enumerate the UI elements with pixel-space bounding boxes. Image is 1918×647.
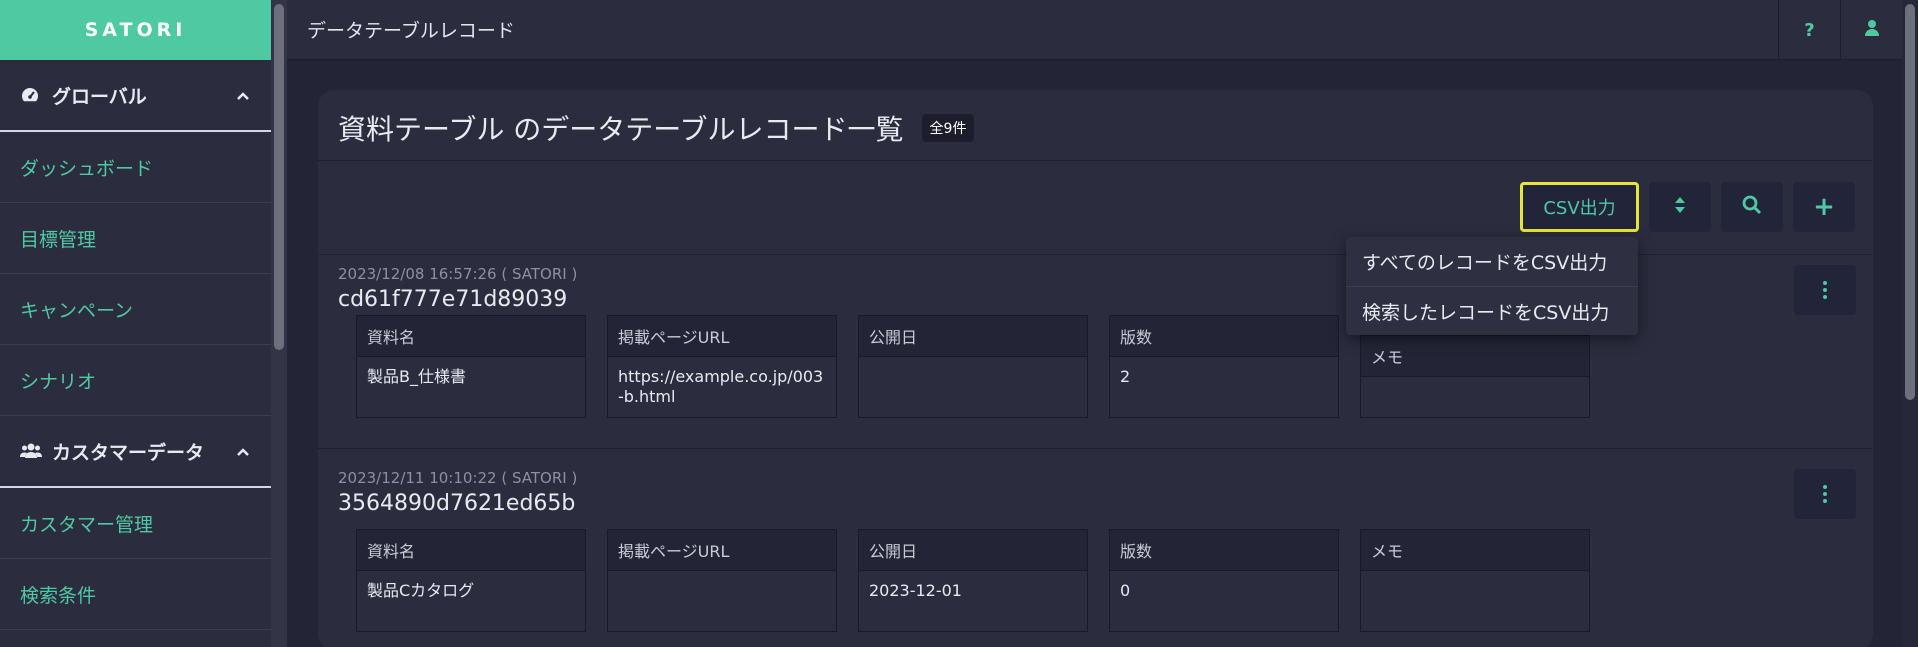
user-icon bbox=[1864, 19, 1880, 42]
records-card: 資料テーブル のデータテーブルレコード一覧 全9件 CSV出力 + 2023/1… bbox=[318, 90, 1873, 647]
record-field: 掲載ページURL bbox=[607, 529, 837, 632]
chevron-up-icon bbox=[235, 443, 251, 459]
field-value bbox=[1361, 571, 1589, 591]
record-field: 資料名 製品Cカタログ bbox=[356, 529, 586, 632]
sidebar-item-campaign[interactable]: キャンペーン bbox=[0, 274, 271, 345]
field-label: 版数 bbox=[1110, 316, 1338, 357]
field-label: 公開日 bbox=[859, 316, 1087, 357]
field-label: メモ bbox=[1361, 530, 1589, 571]
help-icon: ? bbox=[1804, 19, 1815, 41]
field-value: 2 bbox=[1120, 367, 1131, 386]
field-value: 製品Cカタログ bbox=[367, 581, 475, 600]
record-item: 2023/12/11 10:10:22 ( SATORI ) 3564890d7… bbox=[338, 449, 1858, 647]
sidebar-item-scenario[interactable]: シナリオ bbox=[0, 345, 271, 416]
plus-icon: + bbox=[1813, 192, 1835, 222]
logo[interactable]: SATORI bbox=[0, 0, 271, 60]
main-scrollbar[interactable] bbox=[1902, 0, 1918, 647]
csv-export-dropdown: すべてのレコードをCSV出力 検索したレコードをCSV出力 bbox=[1346, 237, 1638, 335]
field-label: メモ bbox=[1361, 336, 1589, 377]
sidebar-scrollbar[interactable] bbox=[271, 0, 287, 647]
page-title: データテーブルレコード bbox=[307, 20, 515, 42]
sidebar-section-customer-data[interactable]: カスタマーデータ bbox=[0, 416, 271, 488]
record-meta: 2023/12/11 10:10:22 ( SATORI ) bbox=[338, 469, 578, 487]
help-button[interactable]: ? bbox=[1778, 0, 1840, 60]
sidebar-item-goals[interactable]: 目標管理 bbox=[0, 203, 271, 274]
field-label: 掲載ページURL bbox=[608, 316, 836, 357]
field-label: 資料名 bbox=[357, 530, 585, 571]
csv-export-button[interactable]: CSV出力 bbox=[1520, 182, 1639, 232]
sidebar-item-search-conditions[interactable]: 検索条件 bbox=[0, 559, 271, 630]
record-field: 版数 0 bbox=[1109, 529, 1339, 632]
user-button[interactable] bbox=[1840, 0, 1902, 60]
field-value: 0 bbox=[1120, 581, 1131, 600]
sidebar-item-customer-management[interactable]: カスタマー管理 bbox=[0, 488, 271, 559]
tachometer-icon bbox=[20, 85, 42, 105]
sort-button[interactable] bbox=[1649, 182, 1711, 232]
sort-icon bbox=[1674, 196, 1686, 218]
sidebar: SATORI グローバル ダッシュボード 目標管理 キャンペーン シナリオ カス… bbox=[0, 0, 271, 647]
card-header: 資料テーブル のデータテーブルレコード一覧 全9件 bbox=[338, 108, 975, 148]
field-value: 製品B_仕様書 bbox=[367, 367, 466, 386]
record-field: 掲載ページURL https://example.co.jp/003-b.htm… bbox=[607, 315, 837, 418]
record-menu-button[interactable] bbox=[1794, 265, 1856, 315]
field-value bbox=[859, 357, 1087, 377]
scrollbar-thumb[interactable] bbox=[274, 4, 284, 350]
record-field: 公開日 bbox=[858, 315, 1088, 418]
export-all-records-option[interactable]: すべてのレコードをCSV出力 bbox=[1346, 237, 1638, 286]
users-icon bbox=[20, 441, 42, 461]
record-field: メモ bbox=[1360, 529, 1590, 632]
search-icon bbox=[1742, 195, 1762, 219]
record-menu-button[interactable] bbox=[1794, 469, 1856, 519]
sidebar-section-global[interactable]: グローバル bbox=[0, 60, 271, 132]
record-field: 公開日 2023-12-01 bbox=[858, 529, 1088, 632]
record-field: メモ bbox=[1360, 335, 1590, 418]
sidebar-section-label: カスタマーデータ bbox=[52, 441, 205, 464]
record-id[interactable]: 3564890d7621ed65b bbox=[338, 491, 1858, 516]
kebab-menu-icon bbox=[1823, 281, 1827, 285]
divider bbox=[318, 160, 1873, 161]
field-label: 版数 bbox=[1110, 530, 1338, 571]
field-label: 公開日 bbox=[859, 530, 1087, 571]
field-label: 掲載ページURL bbox=[608, 530, 836, 571]
export-searched-records-option[interactable]: 検索したレコードをCSV出力 bbox=[1346, 286, 1638, 335]
field-value: https://example.co.jp/003-b.html bbox=[618, 367, 824, 406]
sidebar-item-dashboard[interactable]: ダッシュボード bbox=[0, 132, 271, 203]
field-value: 2023-12-01 bbox=[869, 581, 962, 600]
topbar: データテーブルレコード ? bbox=[287, 0, 1902, 60]
scrollbar-thumb[interactable] bbox=[1905, 4, 1915, 400]
card-title: 資料テーブル のデータテーブルレコード一覧 bbox=[338, 113, 904, 146]
sidebar-section-label: グローバル bbox=[52, 85, 147, 108]
record-count-badge: 全9件 bbox=[921, 114, 975, 142]
field-value bbox=[608, 571, 836, 591]
record-field: 資料名 製品B_仕様書 bbox=[356, 315, 586, 418]
chevron-up-icon bbox=[235, 87, 251, 103]
record-field: 版数 2 bbox=[1109, 315, 1339, 418]
add-record-button[interactable]: + bbox=[1793, 182, 1855, 232]
field-value bbox=[1361, 377, 1589, 397]
kebab-menu-icon bbox=[1823, 485, 1827, 489]
field-label: 資料名 bbox=[357, 316, 585, 357]
search-button[interactable] bbox=[1721, 182, 1783, 232]
